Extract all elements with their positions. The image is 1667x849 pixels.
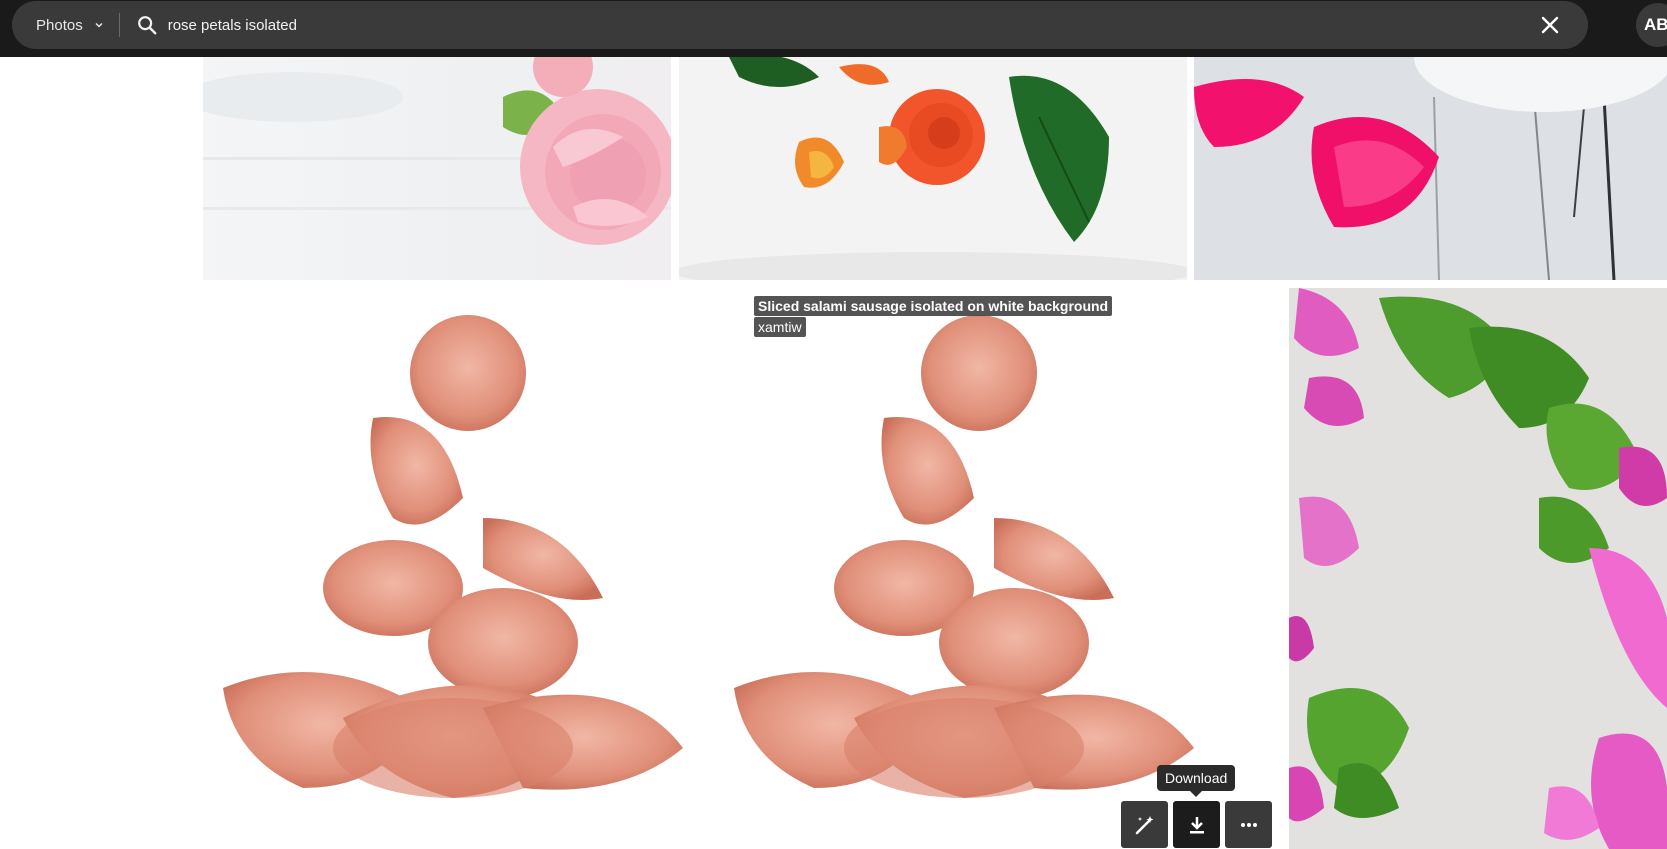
image-tile-sliced-salami[interactable] — [203, 288, 1284, 849]
magic-wand-icon — [1135, 815, 1153, 834]
top-bar: Photos AB — [0, 0, 1667, 57]
image-tile-pink-petals-wood[interactable] — [1194, 57, 1667, 280]
ai-edit-button[interactable] — [1121, 801, 1168, 848]
clear-search-button[interactable] — [1526, 1, 1574, 49]
salami-pile-left — [223, 315, 683, 798]
search-divider — [118, 13, 120, 37]
salami-pile-right — [734, 315, 1194, 798]
content-type-label: Photos — [36, 16, 83, 34]
download-icon — [1189, 816, 1204, 833]
image-tile-orange-rose[interactable] — [679, 57, 1187, 280]
search-input[interactable] — [167, 16, 1526, 34]
search-icon — [137, 16, 157, 35]
download-button[interactable] — [1173, 801, 1220, 848]
image-action-buttons — [1121, 801, 1272, 848]
rose-petals-frame-image — [1289, 288, 1667, 849]
sliced-salami-image — [223, 315, 1194, 798]
user-avatar[interactable]: AB — [1636, 3, 1667, 47]
pink-petals-on-wood-image — [1194, 57, 1667, 280]
close-icon — [1541, 16, 1559, 34]
chevron-down-icon — [95, 22, 103, 28]
download-tooltip: Download — [1157, 765, 1236, 797]
more-options-button[interactable] — [1225, 801, 1272, 848]
hover-image-title[interactable]: Sliced salami sausage isolated on white … — [754, 296, 1113, 316]
pink-rose-image — [203, 57, 671, 245]
more-horizontal-icon — [1240, 822, 1257, 827]
hover-image-author[interactable]: xamtiw — [754, 317, 806, 337]
image-tile-pink-rose[interactable] — [203, 57, 671, 280]
image-tile-rose-frame[interactable] — [1289, 288, 1667, 849]
orange-rose-image — [679, 57, 1187, 280]
content-type-dropdown[interactable]: Photos — [12, 1, 119, 49]
search-bar: Photos — [12, 1, 1588, 49]
